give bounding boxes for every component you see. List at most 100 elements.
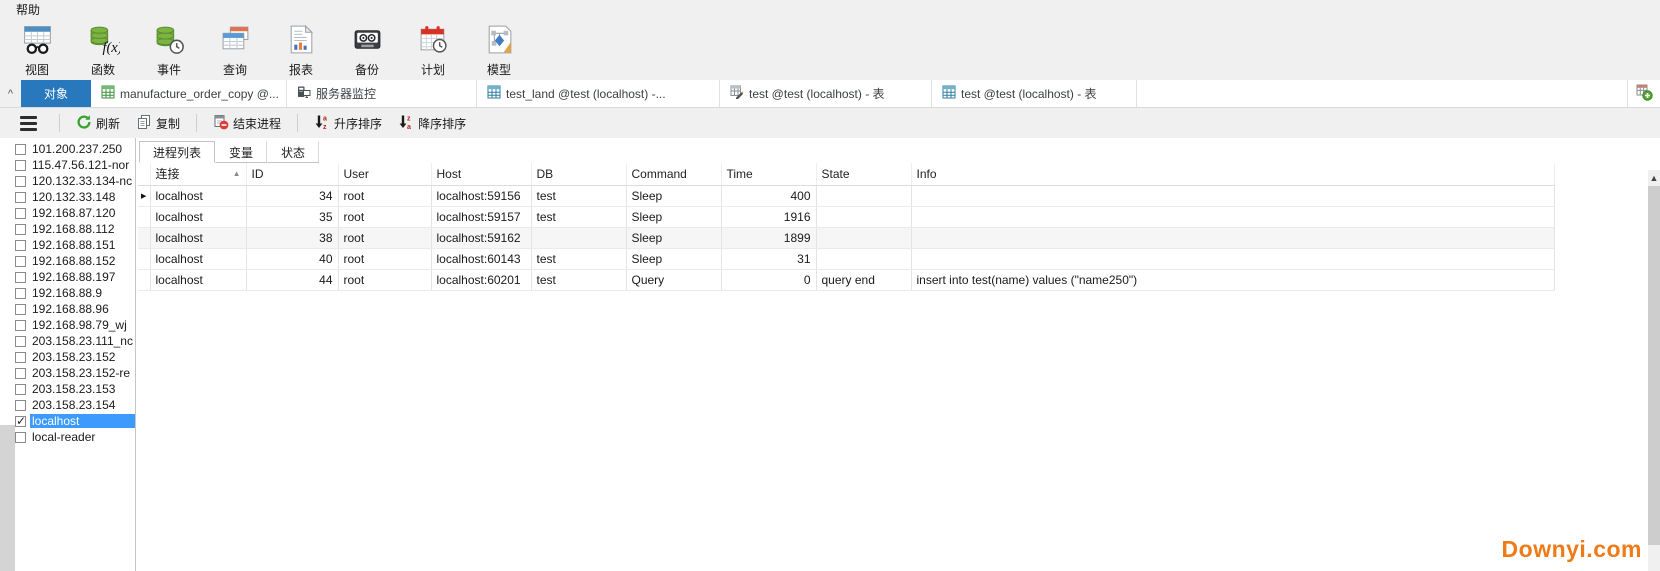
connection-checkbox[interactable] bbox=[15, 208, 26, 219]
process-row[interactable]: localhost 44 root localhost:60201 test Q… bbox=[138, 269, 1554, 290]
connection-list-item[interactable]: 192.168.88.152 bbox=[15, 253, 135, 269]
connection-list-item[interactable]: 203.158.23.111_nc bbox=[15, 333, 135, 349]
process-row[interactable]: ▶ localhost 34 root localhost:59156 test… bbox=[138, 185, 1554, 206]
new-tab-button[interactable] bbox=[1628, 80, 1660, 107]
monitor-pane: 进程列表 变量 状态 连接▲ ID User Host DB Command T… bbox=[136, 138, 1660, 571]
connection-list-item[interactable]: 192.168.88.96 bbox=[15, 301, 135, 317]
connection-checkbox[interactable] bbox=[15, 400, 26, 411]
connection-checkbox[interactable] bbox=[15, 144, 26, 155]
end-process-button[interactable]: 结束进程 bbox=[205, 111, 289, 135]
connection-checkbox[interactable] bbox=[15, 432, 26, 443]
refresh-button[interactable]: 刷新 bbox=[68, 111, 128, 135]
model-button[interactable]: 模型 bbox=[466, 20, 532, 78]
connection-list-item[interactable]: 203.158.23.154 bbox=[15, 397, 135, 413]
col-db[interactable]: DB bbox=[531, 163, 626, 185]
col-time[interactable]: Time bbox=[721, 163, 816, 185]
connection-checkbox[interactable] bbox=[15, 368, 26, 379]
col-id[interactable]: ID bbox=[246, 163, 338, 185]
connection-checkbox[interactable] bbox=[15, 224, 26, 235]
tab-test-land[interactable]: test_land @test (localhost) -... bbox=[477, 80, 720, 107]
connection-checkbox[interactable] bbox=[15, 240, 26, 251]
sidebar-scrollbar[interactable] bbox=[0, 425, 15, 571]
process-table: 连接▲ ID User Host DB Command Time State I… bbox=[138, 163, 1555, 291]
sort-asc-label: 升序排序 bbox=[334, 115, 382, 132]
connection-list-item-localhost[interactable]: localhost bbox=[15, 413, 135, 429]
connection-list-item[interactable]: 192.168.98.79_wj bbox=[15, 317, 135, 333]
connection-checkbox[interactable] bbox=[15, 336, 26, 347]
connection-list-item[interactable]: 115.47.56.121-nor bbox=[15, 157, 135, 173]
report-button[interactable]: 报表 bbox=[268, 20, 334, 78]
col-connection[interactable]: 连接▲ bbox=[150, 163, 246, 185]
view-button[interactable]: 视图 bbox=[4, 20, 70, 78]
backup-button[interactable]: 备份 bbox=[334, 20, 400, 78]
schedule-calendar-icon bbox=[417, 23, 450, 59]
connection-checkbox[interactable] bbox=[15, 160, 26, 171]
connection-list-item[interactable]: 203.158.23.153 bbox=[15, 381, 135, 397]
col-command[interactable]: Command bbox=[626, 163, 721, 185]
end-process-label: 结束进程 bbox=[233, 115, 281, 132]
monitor-icon bbox=[297, 85, 311, 102]
connection-list-item[interactable]: 192.168.88.151 bbox=[15, 237, 135, 253]
connection-checkbox[interactable] bbox=[15, 384, 26, 395]
tab-process-list[interactable]: 进程列表 bbox=[139, 141, 215, 163]
connection-list-item[interactable]: 192.168.88.112 bbox=[15, 221, 135, 237]
process-row[interactable]: localhost 35 root localhost:59157 test S… bbox=[138, 206, 1554, 227]
function-button[interactable]: f(x) 函数 bbox=[70, 20, 136, 78]
event-button[interactable]: 事件 bbox=[136, 20, 202, 78]
connection-list-item[interactable]: 192.168.87.120 bbox=[15, 205, 135, 221]
connection-checkbox[interactable] bbox=[15, 256, 26, 267]
separator bbox=[297, 114, 298, 132]
connection-list-item[interactable]: 101.200.237.250 bbox=[15, 141, 135, 157]
collapse-toolbar-button[interactable]: ^ bbox=[0, 80, 21, 107]
process-row[interactable]: localhost 40 root localhost:60143 test S… bbox=[138, 248, 1554, 269]
connection-checkbox[interactable] bbox=[15, 176, 26, 187]
col-user[interactable]: User bbox=[338, 163, 431, 185]
tab-test-table[interactable]: test @test (localhost) - 表 bbox=[932, 80, 1137, 107]
connection-list-item[interactable]: 192.168.88.197 bbox=[15, 269, 135, 285]
connection-checkbox[interactable] bbox=[15, 192, 26, 203]
connection-list-item[interactable]: 120.132.33.148 bbox=[15, 189, 135, 205]
table-header-row: 连接▲ ID User Host DB Command Time State I… bbox=[138, 163, 1554, 185]
connection-list-item[interactable]: 192.168.88.9 bbox=[15, 285, 135, 301]
copy-button[interactable]: 复制 bbox=[128, 111, 188, 135]
tab-test-table-edit[interactable]: test @test (localhost) - 表 bbox=[720, 80, 932, 107]
sort-asc-button[interactable]: az 升序排序 bbox=[306, 111, 390, 135]
connection-list-item[interactable]: 203.158.23.152-re bbox=[15, 365, 135, 381]
col-host[interactable]: Host bbox=[431, 163, 531, 185]
connection-list-item[interactable]: local-reader bbox=[15, 429, 135, 445]
refresh-icon bbox=[76, 114, 92, 133]
separator bbox=[59, 114, 60, 132]
menu-hamburger-button[interactable] bbox=[20, 116, 37, 131]
copy-icon bbox=[136, 114, 152, 133]
connection-checkbox[interactable] bbox=[15, 304, 26, 315]
col-info[interactable]: Info bbox=[911, 163, 1554, 185]
process-row[interactable]: localhost 38 root localhost:59162 Sleep … bbox=[138, 227, 1554, 248]
tab-objects-label: 对象 bbox=[44, 85, 68, 102]
svg-text:f(x): f(x) bbox=[102, 40, 120, 56]
connection-checkbox[interactable] bbox=[15, 352, 26, 363]
table-vertical-scrollbar[interactable]: ▲ bbox=[1648, 170, 1660, 571]
menu-help[interactable]: 帮助 bbox=[16, 1, 40, 18]
content-area: 101.200.237.250 115.47.56.121-nor 120.13… bbox=[0, 138, 1660, 571]
scroll-up-icon[interactable]: ▲ bbox=[1648, 170, 1660, 186]
tab-status[interactable]: 状态 bbox=[267, 141, 319, 163]
scrollbar-thumb[interactable] bbox=[1648, 186, 1660, 545]
connection-checkbox[interactable] bbox=[15, 272, 26, 283]
connection-list-item[interactable]: 120.132.33.134-nc bbox=[15, 173, 135, 189]
table-icon bbox=[487, 85, 501, 102]
function-fx-icon: f(x) bbox=[87, 23, 120, 59]
tab-manufacture-order-copy[interactable]: manufacture_order_copy @... bbox=[91, 80, 287, 107]
sort-desc-button[interactable]: za 降序排序 bbox=[390, 111, 474, 135]
schedule-button[interactable]: 计划 bbox=[400, 20, 466, 78]
connection-checkbox[interactable] bbox=[15, 288, 26, 299]
connection-checkbox[interactable] bbox=[15, 320, 26, 331]
col-state[interactable]: State bbox=[816, 163, 911, 185]
tab-objects[interactable]: 对象 bbox=[21, 80, 91, 107]
connection-checkbox[interactable] bbox=[15, 416, 26, 427]
query-button-label: 查询 bbox=[223, 61, 247, 78]
connection-list-item[interactable]: 203.158.23.152 bbox=[15, 349, 135, 365]
sort-desc-label: 降序排序 bbox=[418, 115, 466, 132]
query-button[interactable]: 查询 bbox=[202, 20, 268, 78]
tab-variables[interactable]: 变量 bbox=[215, 141, 267, 163]
tab-server-monitor[interactable]: 服务器监控 bbox=[287, 80, 477, 107]
